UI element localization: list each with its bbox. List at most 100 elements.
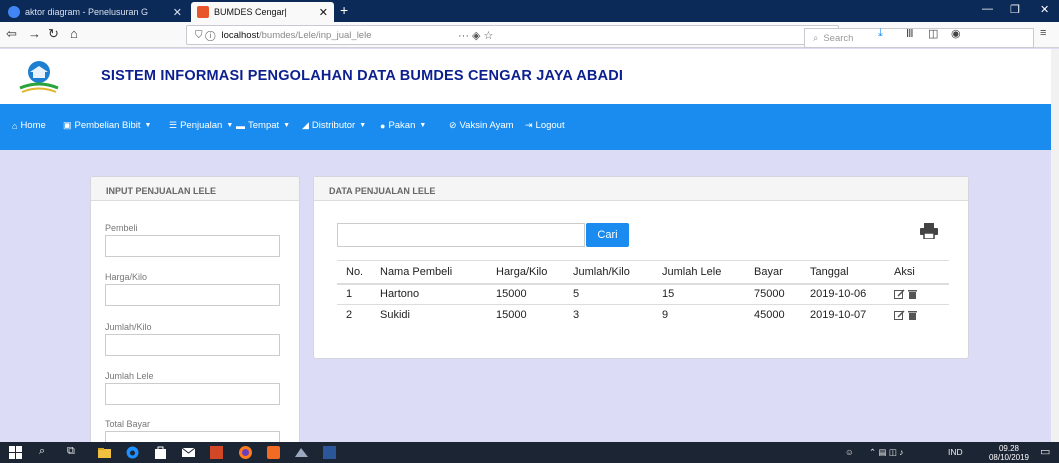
menu-item-pakan[interactable]: ● Pakan ▼ (380, 120, 426, 131)
firefox-icon[interactable] (238, 445, 253, 460)
table-header-row: No. Nama Pembeli Harga/Kilo Jumlah/Kilo … (337, 260, 949, 285)
table-cell: 2019-10-07 (801, 304, 885, 326)
edit-icon[interactable] (894, 310, 905, 321)
maximize-icon[interactable]: ❐ (1010, 3, 1020, 16)
menu-item-distributor[interactable]: ◢ Distributor ▼ (302, 120, 366, 131)
list-icon: ☰ (169, 120, 178, 130)
home-icon[interactable]: ⌂ (70, 26, 78, 41)
mail-icon[interactable] (181, 445, 196, 460)
clock[interactable]: 09.28 08/10/2019 (988, 444, 1030, 462)
pembeli-field[interactable] (105, 235, 280, 257)
info-icon: ● (380, 120, 386, 131)
powerpoint-icon[interactable] (209, 445, 224, 460)
sidebar-icon[interactable]: ◫ (928, 27, 938, 40)
table-cell: 3 (564, 304, 653, 326)
column-header: Jumlah/Kilo (564, 260, 653, 285)
minimize-icon[interactable]: — (982, 3, 993, 15)
input-panel: INPUT PENJUALAN LELE Pembeli Harga/Kilo … (90, 176, 300, 446)
main-menu: ⌂ Home ▣ Pembelian Bibit ▼ ☰ Penjualan ▼ ▬ Tem… (0, 104, 1051, 150)
edit-icon[interactable] (894, 289, 905, 300)
jumlah-lele-field[interactable] (105, 383, 280, 405)
table-cell: 45000 (745, 304, 801, 326)
forward-icon[interactable]: → (28, 26, 41, 41)
menu-item-penjualan[interactable]: ☰ Penjualan ▼ (169, 120, 233, 131)
panel-heading: INPUT PENJUALAN LELE (91, 177, 299, 201)
tray-icons[interactable]: ⌃ ▤ ◫ ♪ (869, 447, 904, 458)
browser-tab-google[interactable]: aktor diagram - Penelusuran G ✕ (2, 2, 188, 22)
harga-kilo-field[interactable] (105, 284, 280, 306)
search-input[interactable]: ⌕ Search (804, 28, 1034, 48)
menu-icon[interactable]: ≡ (1040, 27, 1046, 39)
close-icon[interactable]: ✕ (173, 6, 182, 19)
notification-icon[interactable]: ▭ (1040, 445, 1050, 458)
reload-icon[interactable]: ↻ (48, 26, 59, 42)
page-actions-icon[interactable]: ··· ◈ ☆ (458, 29, 498, 42)
taskbar: ⌕ ⧉ ☺ ⌃ ▤ ◫ ♪ IND 09.28 08/10/2019 ▭ (0, 442, 1059, 463)
caret-down-icon: ▼ (144, 122, 152, 129)
table-row: 2 Sukidi 15000 3 9 45000 2019-10-07 (337, 304, 949, 326)
shield-icon: ⛉ ⓘ (195, 29, 216, 41)
caret-down-icon: ▼ (226, 122, 234, 129)
app-icon[interactable] (294, 445, 309, 460)
print-icon[interactable] (920, 223, 938, 239)
people-icon[interactable]: ☺ (845, 447, 854, 457)
trash-icon[interactable] (908, 310, 917, 321)
word-icon[interactable] (322, 445, 337, 460)
column-header: Bayar (745, 260, 801, 285)
library-icon[interactable]: Ⅲ (906, 27, 914, 40)
menu-item-home[interactable]: ⌂ Home (12, 120, 46, 131)
search-icon: ⌕ (813, 32, 819, 44)
url-host: localhost (221, 29, 259, 41)
column-header: No. (337, 260, 371, 285)
jumlah-lele-label: Jumlah Lele (105, 371, 154, 381)
windows-start-icon[interactable] (8, 445, 23, 460)
edge-icon[interactable] (125, 445, 140, 460)
menu-item-logout[interactable]: ⇥ Logout (525, 120, 565, 131)
column-header: Harga/Kilo (487, 260, 564, 285)
caret-down-icon: ▼ (283, 122, 291, 129)
store-icon[interactable] (153, 445, 168, 460)
table-cell: 9 (653, 304, 745, 326)
menu-item-tempat[interactable]: ▬ Tempat ▼ (236, 120, 290, 131)
back-icon[interactable]: ⇦ (6, 26, 17, 42)
action-cell (885, 304, 949, 326)
table-cell: 5 (564, 283, 653, 305)
table-cell: Hartono (371, 283, 487, 305)
google-icon (8, 6, 20, 18)
menu-label: Distributor (311, 120, 356, 131)
account-icon[interactable]: ◉ (951, 27, 961, 40)
menu-item-pembelian-bibit[interactable]: ▣ Pembelian Bibit ▼ (63, 120, 151, 131)
monitor-icon: ▬ (236, 120, 245, 131)
column-header: Nama Pembeli (371, 260, 487, 285)
jumlah-kilo-field[interactable] (105, 334, 280, 356)
search-input[interactable] (337, 223, 585, 247)
menu-item-vaksin-ayam[interactable]: ⊘ Vaksin Ayam (449, 120, 514, 131)
search-placeholder: Search (823, 32, 854, 44)
task-view-icon[interactable]: ⧉ (67, 445, 75, 458)
xampp-icon[interactable] (266, 445, 281, 460)
menu-label: Pembelian Bibit (74, 120, 141, 131)
language-indicator[interactable]: IND (948, 447, 963, 457)
pembeli-label: Pembeli (105, 223, 138, 233)
browser-tab-bumdes[interactable]: BUMDES Cengar| ✕ (191, 2, 334, 22)
column-header: Tanggal (801, 260, 885, 285)
caret-down-icon: ▼ (419, 122, 427, 129)
download-icon[interactable]: ⤓ (878, 27, 883, 40)
file-explorer-icon[interactable] (97, 445, 112, 460)
tab-title: BUMDES Cengar| (214, 7, 287, 17)
window-close-icon[interactable]: ✕ (1040, 3, 1049, 16)
data-panel: DATA PENJUALAN LELE Cari No. Nama Pembel… (313, 176, 969, 359)
column-header: Jumlah Lele (653, 260, 745, 285)
menu-label: Vaksin Ayam (459, 120, 514, 131)
search-button[interactable]: Cari (586, 223, 629, 247)
table-cell: 15 (653, 283, 745, 305)
table-cell: Sukidi (371, 304, 487, 326)
table-cell: 15000 (487, 304, 564, 326)
tab-title: aktor diagram - Penelusuran G (25, 7, 149, 17)
trash-icon[interactable] (908, 289, 917, 300)
close-icon[interactable]: ✕ (319, 6, 328, 19)
new-tab-button[interactable]: + (340, 2, 348, 18)
address-bar[interactable]: ⛉ ⓘ localhost/bumdes/Lele/inp_jual_lele … (186, 25, 1034, 48)
page-scrollbar[interactable] (1051, 49, 1059, 442)
search-icon[interactable]: ⌕ (39, 445, 45, 458)
